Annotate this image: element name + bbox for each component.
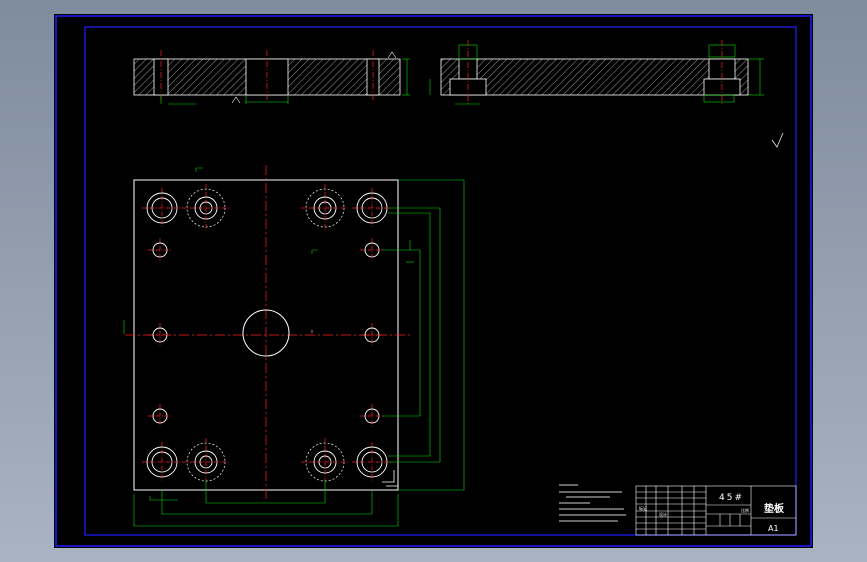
title-row-label-mark: 标记 [639, 505, 647, 511]
drawing-canvas[interactable]: 标记 设计 比例 45# 垫板 A1 [54, 14, 813, 548]
title-row-label-design: 设计 [659, 511, 667, 517]
part-name: 垫板 [764, 502, 785, 515]
cad-viewport[interactable]: 标记 设计 比例 45# 垫板 A1 [0, 0, 867, 562]
sheet-size: A1 [768, 524, 779, 533]
outer-border [55, 15, 812, 547]
section-view-right [429, 40, 764, 105]
title-scale-label: 比例 [741, 507, 749, 513]
drawing-sheet[interactable]: 标记 设计 比例 45# 垫板 A1 [54, 14, 813, 548]
dimension-lines [133, 179, 465, 527]
material-label: 45# [719, 493, 744, 503]
roughness-symbol [771, 132, 784, 148]
section-view-left [133, 50, 410, 105]
inner-frame [84, 26, 797, 536]
technical-notes [559, 484, 626, 522]
